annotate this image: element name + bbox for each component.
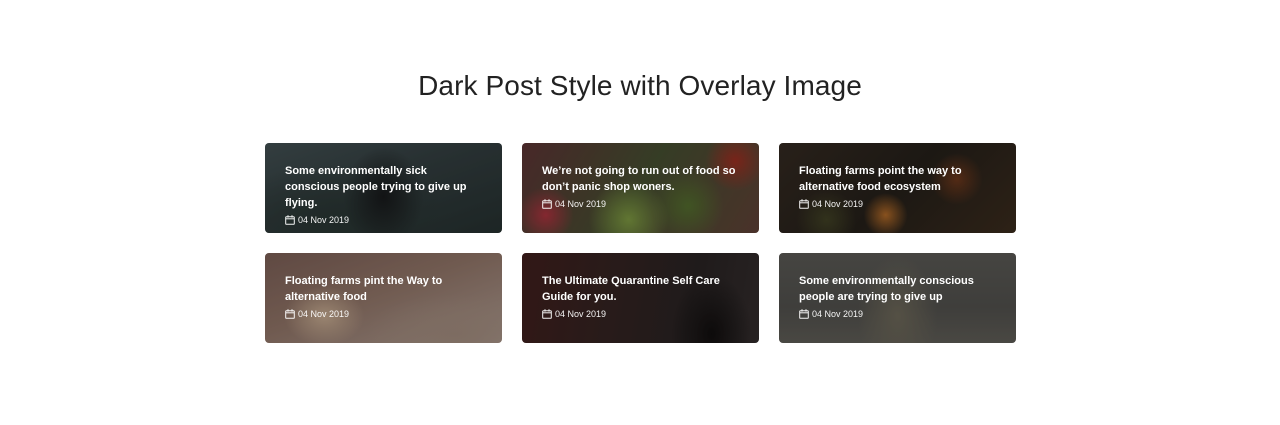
- calendar-icon: [799, 199, 809, 209]
- post-title-link[interactable]: Floating farms point the way to alternat…: [799, 163, 998, 195]
- post-title-link[interactable]: Floating farms pint the Way to alternati…: [285, 273, 484, 305]
- post-content: The Ultimate Quarantine Self Care Guide …: [542, 273, 741, 319]
- post-content: We’re not going to run out of food so do…: [542, 163, 741, 209]
- calendar-icon: [799, 309, 809, 319]
- calendar-icon: [285, 309, 295, 319]
- calendar-icon: [542, 199, 552, 209]
- post-card[interactable]: Floating farms point the way to alternat…: [779, 143, 1016, 233]
- post-card[interactable]: Floating farms pint the Way to alternati…: [265, 253, 502, 343]
- post-card[interactable]: Some environmentally conscious people ar…: [779, 253, 1016, 343]
- post-title-link[interactable]: Some environmentally conscious people ar…: [799, 273, 998, 305]
- post-card[interactable]: We’re not going to run out of food so do…: [522, 143, 759, 233]
- post-content: Some environmentally conscious people ar…: [799, 273, 998, 319]
- post-meta: 04 Nov 2019: [285, 215, 484, 225]
- post-meta: 04 Nov 2019: [799, 309, 998, 319]
- post-card[interactable]: The Ultimate Quarantine Self Care Guide …: [522, 253, 759, 343]
- post-meta: 04 Nov 2019: [285, 309, 484, 319]
- post-card[interactable]: Some environmentally sick conscious peop…: [265, 143, 502, 233]
- calendar-icon: [285, 215, 295, 225]
- post-title-link[interactable]: The Ultimate Quarantine Self Care Guide …: [542, 273, 741, 305]
- post-date: 04 Nov 2019: [555, 309, 607, 319]
- post-date: 04 Nov 2019: [298, 215, 350, 225]
- post-content: Floating farms point the way to alternat…: [799, 163, 998, 209]
- calendar-icon: [542, 309, 552, 319]
- post-meta: 04 Nov 2019: [542, 199, 741, 209]
- post-meta: 04 Nov 2019: [542, 309, 741, 319]
- post-meta: 04 Nov 2019: [799, 199, 998, 209]
- post-grid: Some environmentally sick conscious peop…: [265, 143, 1016, 343]
- post-date: 04 Nov 2019: [812, 199, 864, 209]
- post-date: 04 Nov 2019: [812, 309, 864, 319]
- page-title: Dark Post Style with Overlay Image: [418, 70, 862, 101]
- post-date: 04 Nov 2019: [298, 309, 350, 319]
- post-title-link[interactable]: Some environmentally sick conscious peop…: [285, 163, 484, 211]
- post-content: Some environmentally sick conscious peop…: [285, 163, 484, 225]
- post-date: 04 Nov 2019: [555, 199, 607, 209]
- post-title-link[interactable]: We’re not going to run out of food so do…: [542, 163, 741, 195]
- post-content: Floating farms pint the Way to alternati…: [285, 273, 484, 319]
